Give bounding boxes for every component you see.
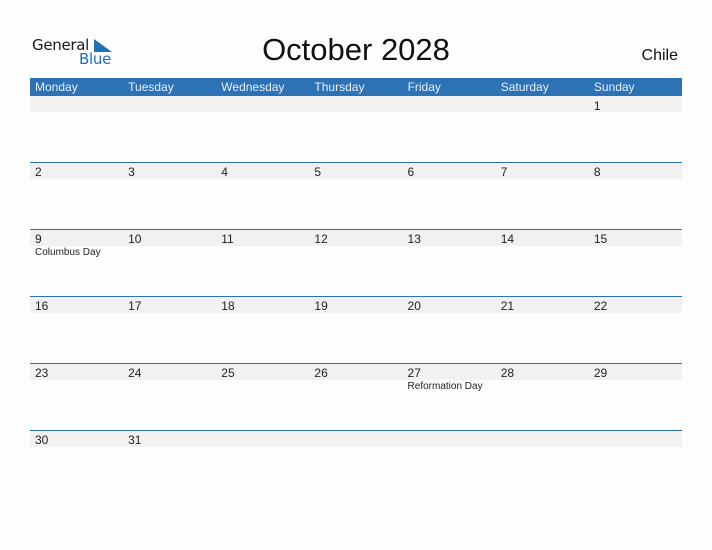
- day-cell: 28: [496, 363, 589, 429]
- day-number: 5: [314, 165, 322, 179]
- day-cell: 20: [403, 296, 496, 362]
- day-cell: 14: [496, 229, 589, 295]
- day-cell: [496, 96, 589, 162]
- day-cell: 17: [123, 296, 216, 362]
- day-number: 22: [593, 299, 608, 313]
- weekday-thursday: Thursday: [314, 80, 365, 94]
- weekday-monday: Monday: [35, 80, 78, 94]
- week-row: 16 17 18 19 20 21 22: [30, 296, 682, 362]
- day-cell: [30, 96, 123, 162]
- day-cell: 18: [216, 296, 309, 362]
- day-cell: 12: [309, 229, 402, 295]
- day-cell: 21: [496, 296, 589, 362]
- day-number: 21: [500, 299, 515, 313]
- weekday-header: Monday Tuesday Wednesday Thursday Friday…: [30, 78, 682, 96]
- day-number: 28: [500, 366, 515, 380]
- day-number: 2: [35, 165, 42, 179]
- day-number: 3: [128, 165, 135, 179]
- calendar-title: October 2028: [262, 32, 450, 67]
- holiday-label: Reformation Day: [407, 381, 483, 392]
- day-cell: [216, 430, 309, 496]
- day-number: 6: [407, 165, 415, 179]
- day-cell: 1: [589, 96, 682, 162]
- day-number: 19: [314, 299, 328, 313]
- day-cell: 16: [30, 296, 123, 362]
- day-cell: 25: [216, 363, 309, 429]
- day-cell: [403, 96, 496, 162]
- day-cell: [589, 430, 682, 496]
- week-row: 30 31: [30, 430, 682, 496]
- day-cell: 13: [403, 229, 496, 295]
- day-cell: 8: [589, 162, 682, 228]
- day-number: 24: [128, 366, 142, 380]
- week-row: 23 24 25 26 27 Reformation Day 28 29: [30, 363, 682, 429]
- day-cell: [309, 96, 402, 162]
- day-number: 14: [500, 232, 515, 246]
- day-cell: 29: [589, 363, 682, 429]
- day-cell: 9 Columbus Day: [30, 229, 123, 295]
- weekday-sunday: Sunday: [593, 80, 635, 94]
- day-number: 27: [407, 366, 421, 380]
- day-cell: 4: [216, 162, 309, 228]
- day-number: 29: [593, 366, 608, 380]
- day-number: 16: [35, 299, 49, 313]
- day-cell: 7: [496, 162, 589, 228]
- day-cell: 24: [123, 363, 216, 429]
- day-number: 8: [593, 165, 601, 179]
- day-cell: [216, 96, 309, 162]
- day-number: 30: [35, 433, 49, 447]
- day-number: 25: [221, 366, 235, 380]
- holiday-label: Columbus Day: [35, 247, 101, 258]
- day-cell: 19: [309, 296, 402, 362]
- weekday-saturday: Saturday: [500, 80, 549, 94]
- country-label: Chile: [641, 47, 678, 64]
- day-number: 15: [593, 232, 608, 246]
- day-cell: 6: [403, 162, 496, 228]
- day-number: 12: [314, 232, 328, 246]
- day-cell: 15: [589, 229, 682, 295]
- day-number: 23: [35, 366, 49, 380]
- day-number: 11: [221, 232, 234, 246]
- day-cell: 27 Reformation Day: [403, 363, 496, 429]
- day-cell: 30: [30, 430, 123, 496]
- weekday-friday: Friday: [407, 80, 441, 94]
- weekday-tuesday: Tuesday: [128, 80, 174, 94]
- day-cell: 11: [216, 229, 309, 295]
- day-cell: 3: [123, 162, 216, 228]
- day-number: 10: [128, 232, 142, 246]
- day-cell: [309, 430, 402, 496]
- day-number: 4: [221, 165, 228, 179]
- day-number: 31: [128, 433, 142, 447]
- day-cell: 23: [30, 363, 123, 429]
- day-number: 1: [593, 99, 601, 113]
- day-number: 13: [407, 232, 421, 246]
- weekday-wednesday: Wednesday: [221, 80, 285, 94]
- day-number: 26: [314, 366, 328, 380]
- day-cell: 22: [589, 296, 682, 362]
- day-cell: 26: [309, 363, 402, 429]
- day-number: 18: [221, 299, 235, 313]
- week-row: 1: [30, 96, 682, 162]
- day-number: 17: [128, 299, 142, 313]
- day-number: 7: [500, 165, 508, 179]
- day-cell: 31: [123, 430, 216, 496]
- day-cell: [403, 430, 496, 496]
- day-cell: [496, 430, 589, 496]
- day-number: 20: [407, 299, 421, 313]
- day-cell: 2: [30, 162, 123, 228]
- week-row: 9 Columbus Day 10 11 12 13 14 15: [30, 229, 682, 295]
- day-cell: 5: [309, 162, 402, 228]
- week-row: 2 3 4 5 6 7 8: [30, 162, 682, 228]
- day-number: 9: [35, 232, 42, 246]
- day-cell: 10: [123, 229, 216, 295]
- day-cell: [123, 96, 216, 162]
